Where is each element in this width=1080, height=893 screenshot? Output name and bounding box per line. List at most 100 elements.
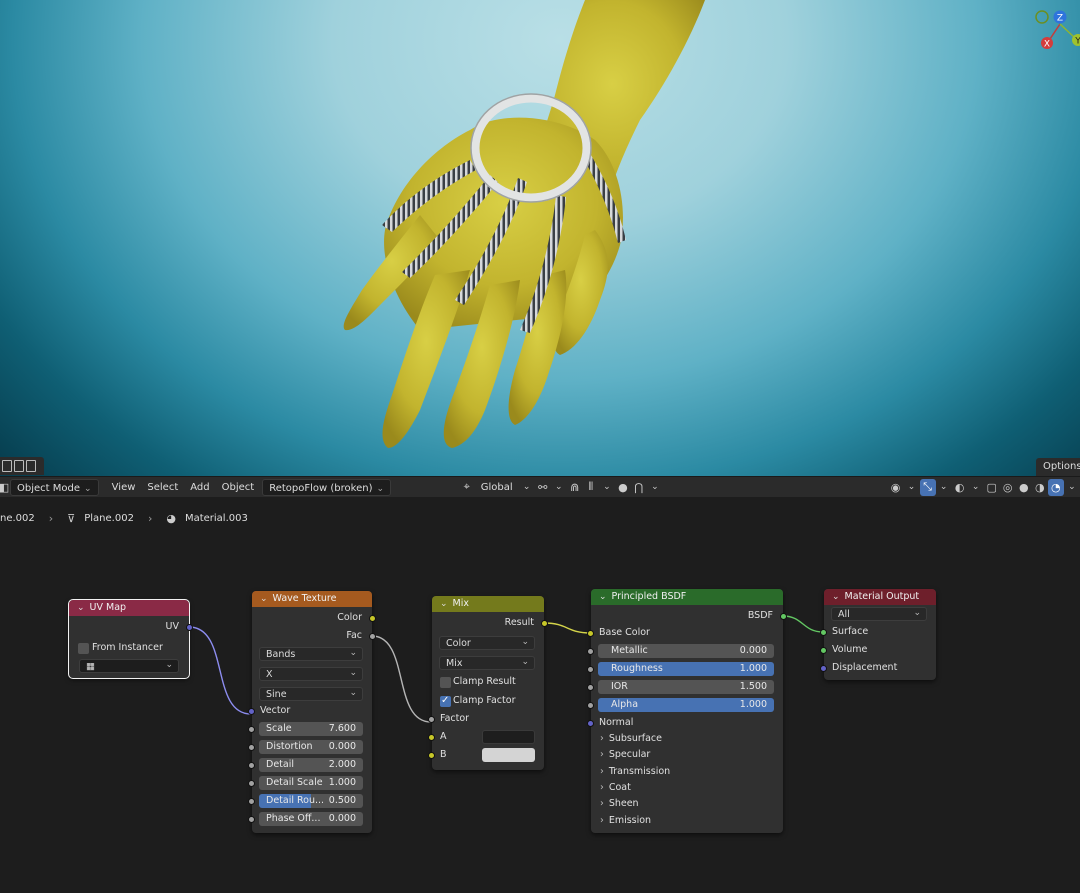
roughness-input-socket[interactable] xyxy=(587,665,594,673)
a-color-swatch[interactable] xyxy=(482,730,535,744)
alpha-input-socket[interactable] xyxy=(587,701,594,709)
from-instancer-checkbox[interactable] xyxy=(78,642,89,654)
uv-output-socket[interactable] xyxy=(186,623,193,631)
object-mode-dropdown[interactable]: Object Mode xyxy=(10,478,99,496)
wave-texture-node-header[interactable]: Wave Texture xyxy=(252,591,372,607)
editor-type-icon[interactable]: ◧ xyxy=(0,479,9,496)
overlay-icon[interactable]: ◐ xyxy=(952,479,968,496)
menu-view[interactable]: View xyxy=(106,479,142,496)
breadcrumb-material[interactable]: Material.003 xyxy=(185,513,248,524)
detail-roughness-input-socket[interactable] xyxy=(248,797,255,805)
panel-specular[interactable]: Specular xyxy=(591,747,783,763)
distortion-field[interactable]: Distortion 0.000 xyxy=(259,740,363,754)
3d-viewport[interactable]: Z X Y Options xyxy=(0,0,1080,476)
select-subtract-icon[interactable] xyxy=(26,460,36,472)
chevron-down-icon[interactable]: ⌄ xyxy=(1064,479,1080,496)
select-extend-icon[interactable] xyxy=(14,460,24,472)
chevron-down-icon[interactable]: ⌄ xyxy=(647,479,663,496)
fac-output-socket[interactable] xyxy=(369,632,376,640)
detail-scale-field[interactable]: Detail Scale 1.000 xyxy=(259,776,363,790)
distortion-input-socket[interactable] xyxy=(248,743,255,751)
chevron-down-icon[interactable]: ⌄ xyxy=(519,479,535,496)
blend-mode-dropdown[interactable]: Mix xyxy=(439,655,535,670)
falloff-icon[interactable]: ⋂ xyxy=(631,479,647,496)
transform-orientation-dropdown[interactable]: Global xyxy=(475,479,519,496)
snap-icon[interactable]: ⋒ xyxy=(567,479,583,496)
direction-dropdown[interactable]: X xyxy=(259,666,363,681)
breadcrumb-object[interactable]: ne.002 xyxy=(0,513,35,524)
roughness-field[interactable]: Roughness 1.000 xyxy=(598,662,774,676)
breadcrumb-mesh[interactable]: Plane.002 xyxy=(84,513,134,524)
mix-node[interactable]: Mix Result Color Mix Clamp Result Clamp … xyxy=(428,596,548,770)
shader-node-editor[interactable]: ne.002 › ⊽ Plane.002 › ◕ Material.003 UV… xyxy=(0,497,1080,893)
xray-icon[interactable]: ▢ xyxy=(984,479,1000,496)
panel-subsurface[interactable]: Subsurface xyxy=(591,731,783,747)
menu-object[interactable]: Object xyxy=(216,479,261,496)
data-type-dropdown[interactable]: Color xyxy=(439,635,535,650)
normal-input-socket[interactable] xyxy=(587,719,594,727)
solid-shading-icon[interactable]: ● xyxy=(1016,479,1032,496)
surface-input-socket[interactable] xyxy=(820,628,827,636)
chevron-down-icon[interactable]: ⌄ xyxy=(551,479,567,496)
menu-add[interactable]: Add xyxy=(184,479,215,496)
panel-transmission[interactable]: Transmission xyxy=(591,764,783,780)
uv-map-node-header[interactable]: UV Map xyxy=(69,600,189,616)
gizmo-icon[interactable]: ⤡ xyxy=(919,478,936,496)
viewport-select-mode-icons[interactable] xyxy=(0,457,44,475)
scale-input-socket[interactable] xyxy=(248,725,255,733)
detail-scale-input-socket[interactable] xyxy=(248,779,255,787)
select-box-icon[interactable] xyxy=(2,460,12,472)
detail-roughness-field[interactable]: Detail Rou... 0.500 xyxy=(259,794,363,808)
transform-pivot-icon[interactable]: ⚯ xyxy=(535,479,551,496)
detail-field[interactable]: Detail 2.000 xyxy=(259,758,363,772)
wave-type-dropdown[interactable]: Bands xyxy=(259,646,363,661)
mix-node-header[interactable]: Mix xyxy=(432,596,544,612)
panel-emission[interactable]: Emission xyxy=(591,813,783,829)
material-output-node-header[interactable]: Material Output xyxy=(824,589,936,605)
chevron-down-icon[interactable]: ⌄ xyxy=(936,479,952,496)
snap-target-icon[interactable]: ⫴ xyxy=(583,479,599,496)
metallic-input-socket[interactable] xyxy=(587,647,594,655)
chevron-down-icon[interactable]: ⌄ xyxy=(599,479,615,496)
bsdf-output-socket[interactable] xyxy=(780,612,787,620)
base-color-input-socket[interactable] xyxy=(587,629,594,637)
chevron-down-icon[interactable]: ⌄ xyxy=(968,479,984,496)
factor-input-socket[interactable] xyxy=(428,715,435,723)
color-output-socket[interactable] xyxy=(369,614,376,622)
principled-bsdf-node[interactable]: Principled BSDF BSDF Base Color Metallic… xyxy=(587,589,787,833)
b-input-socket[interactable] xyxy=(428,751,435,759)
panel-coat[interactable]: Coat xyxy=(591,780,783,796)
phase-offset-input-socket[interactable] xyxy=(248,815,255,823)
navigation-gizmo[interactable]: Z X Y xyxy=(1030,4,1080,52)
result-output-socket[interactable] xyxy=(541,619,548,627)
principled-bsdf-node-header[interactable]: Principled BSDF xyxy=(591,589,783,605)
options-button[interactable]: Options xyxy=(1036,458,1080,476)
displacement-input-socket[interactable] xyxy=(820,664,827,672)
clamp-factor-checkbox[interactable] xyxy=(440,693,451,709)
metallic-field[interactable]: Metallic 0.000 xyxy=(598,644,774,658)
vector-input-socket[interactable] xyxy=(248,707,255,715)
material-shading-icon[interactable]: ◑ xyxy=(1032,479,1048,496)
render-target-dropdown[interactable]: All xyxy=(831,606,927,621)
clamp-result-checkbox[interactable] xyxy=(440,676,451,688)
visibility-icon[interactable]: ◉ xyxy=(887,479,903,496)
phase-offset-field[interactable]: Phase Off... 0.000 xyxy=(259,812,363,826)
proportional-edit-icon[interactable]: ● xyxy=(615,479,631,496)
alpha-field[interactable]: Alpha 1.000 xyxy=(598,698,774,712)
rendered-shading-icon[interactable]: ◔ xyxy=(1047,478,1064,496)
ior-input-socket[interactable] xyxy=(587,683,594,691)
wireframe-shading-icon[interactable]: ◎ xyxy=(1000,479,1016,496)
uv-map-node[interactable]: UV Map UV From Instancer ▦ xyxy=(68,599,193,679)
chevron-down-icon[interactable]: ⌄ xyxy=(904,479,920,496)
retopoflow-menu[interactable]: RetopoFlow (broken) xyxy=(262,478,392,496)
detail-input-socket[interactable] xyxy=(248,761,255,769)
material-output-node[interactable]: Material Output All Surface Volume Displ… xyxy=(820,589,936,680)
uv-map-field[interactable]: ▦ xyxy=(79,658,179,673)
panel-sheen[interactable]: Sheen xyxy=(591,796,783,812)
volume-input-socket[interactable] xyxy=(820,646,827,654)
b-color-swatch[interactable] xyxy=(482,748,535,762)
scale-field[interactable]: Scale 7.600 xyxy=(259,722,363,736)
menu-select[interactable]: Select xyxy=(141,479,184,496)
wave-texture-node[interactable]: Wave Texture Color Fac Bands X Sine Vect… xyxy=(248,591,376,833)
profile-dropdown[interactable]: Sine xyxy=(259,686,363,701)
